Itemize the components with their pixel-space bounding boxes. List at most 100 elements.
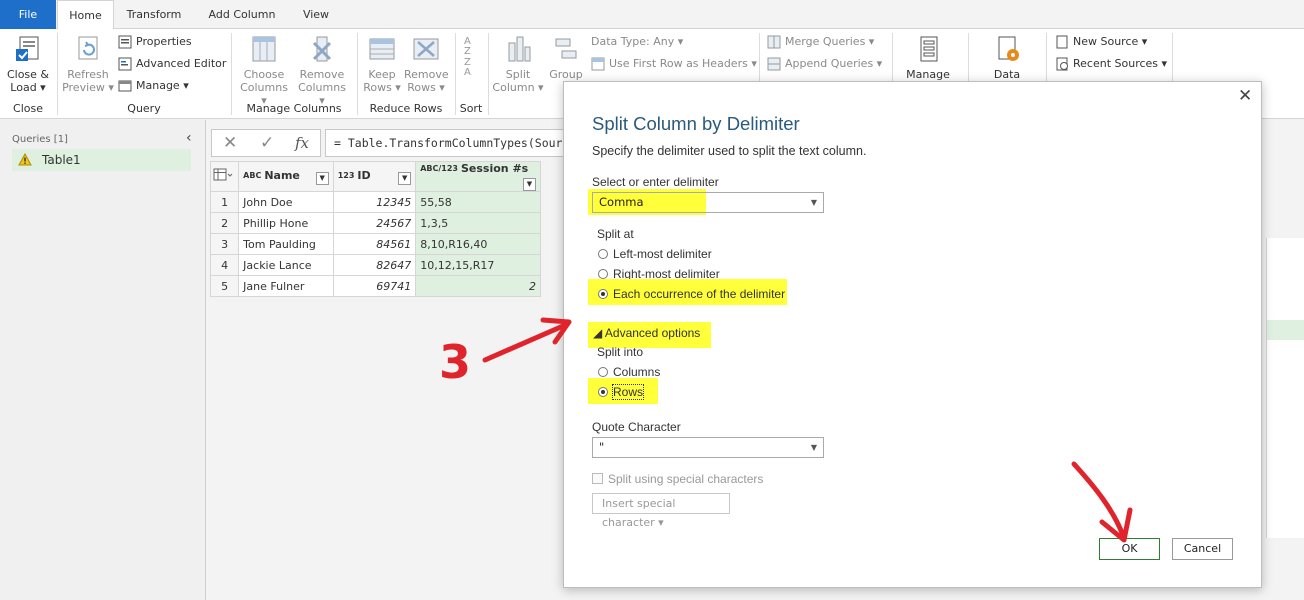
split-into-label: Split into [597, 345, 644, 359]
cell-id[interactable]: 24567 [332, 212, 417, 234]
cancel-formula-icon[interactable]: ✕ [223, 133, 237, 153]
tab-file[interactable]: File [0, 0, 56, 29]
choose-columns-label-1: Choose [243, 68, 285, 81]
keep-rows-button[interactable]: Keep Rows ▾ [362, 33, 402, 94]
cell-session[interactable]: 10,12,15,R17 [415, 254, 541, 276]
row-number[interactable]: 3 [209, 233, 240, 255]
merge-queries-button[interactable]: Merge Queries ▾ [767, 33, 874, 51]
commit-formula-icon[interactable]: ✓ [260, 133, 274, 153]
number-type-icon[interactable]: 123 [338, 171, 355, 180]
properties-button[interactable]: Properties [118, 33, 192, 51]
query-item-table1[interactable]: Table1 [12, 149, 191, 171]
advanced-options-toggle[interactable]: ◢ Advanced options [593, 326, 700, 340]
row-number[interactable]: 2 [209, 212, 240, 234]
close-icon[interactable]: ✕ [1238, 86, 1252, 106]
cell-session[interactable]: 55,58 [415, 191, 541, 213]
tab-view[interactable]: View [293, 0, 339, 29]
manage-button[interactable]: Manage ▾ [118, 77, 189, 95]
radio-left-most[interactable]: Left-most delimiter [598, 247, 712, 261]
table-row[interactable]: 1 John Doe 12345 55,58 [209, 191, 541, 213]
filter-dropdown-icon[interactable]: ▼ [315, 171, 329, 185]
table-row[interactable]: 4 Jackie Lance 82647 10,12,15,R17 [209, 254, 541, 276]
insert-special-character-button[interactable]: Insert special character ▾ [592, 493, 730, 529]
close-load-icon [16, 36, 39, 61]
manage-parameters-button[interactable]: Manage [902, 33, 954, 81]
radio-rows[interactable]: Rows [598, 384, 645, 400]
column-header-name[interactable]: ABC Name ▼ [238, 161, 334, 192]
group-label-sort: Sort [459, 102, 483, 115]
cell-id[interactable]: 12345 [332, 191, 417, 213]
cell-id[interactable]: 69741 [332, 275, 417, 297]
sort-ascending-button[interactable]: A Z Z A [461, 33, 481, 80]
filter-dropdown-icon[interactable]: ▼ [523, 178, 536, 191]
cell-session[interactable]: 2 [415, 275, 541, 297]
radio-circle [598, 249, 608, 259]
tab-add-column[interactable]: Add Column [200, 0, 284, 29]
queries-pane: Queries [1] ‹ Table1 [0, 120, 206, 600]
radio-columns[interactable]: Columns [598, 365, 660, 379]
special-chars-checkbox[interactable]: Split using special characters [592, 472, 763, 486]
cell-session[interactable]: 8,10,R16,40 [415, 233, 541, 255]
new-source-button[interactable]: New Source ▾ [1055, 33, 1147, 51]
collapse-pane-icon[interactable]: ‹ [186, 130, 192, 146]
merge-queries-icon [767, 35, 781, 49]
remove-rows-button[interactable]: Remove Rows ▾ [404, 33, 449, 94]
append-queries-button[interactable]: Append Queries ▾ [767, 55, 882, 73]
radio-each-occurrence[interactable]: Each occurrence of the delimiter [598, 287, 785, 301]
table-row[interactable]: 5 Jane Fulner 69741 2 [209, 275, 541, 297]
cancel-button[interactable]: Cancel [1172, 538, 1233, 560]
refresh-label-1: Refresh [67, 68, 109, 81]
chevron-down-icon: ▼ [810, 443, 817, 452]
tab-transform[interactable]: Transform [118, 0, 190, 29]
grid-corner-menu[interactable] [209, 161, 240, 192]
row-number[interactable]: 5 [209, 275, 240, 297]
delimiter-select[interactable]: Comma ▼ [592, 192, 824, 213]
formula-input[interactable]: = Table.TransformColumnTypes(Source [325, 129, 575, 157]
any-type-icon[interactable]: ABC/123 [420, 165, 458, 173]
radio-rows-label: Rows [611, 384, 645, 400]
query-settings-pane-edge [1262, 120, 1304, 600]
column-header-id[interactable]: 123 ID ▼ [332, 161, 417, 192]
refresh-icon [78, 36, 98, 60]
queries-pane-title: Queries [1] [12, 134, 68, 145]
cell-name[interactable]: Tom Paulding [238, 233, 334, 255]
choose-columns-button[interactable]: Choose Columns ▾ [236, 33, 292, 107]
cell-id[interactable]: 84561 [332, 233, 417, 255]
radio-circle-selected [598, 289, 608, 299]
choose-columns-icon [252, 36, 276, 62]
cell-name[interactable]: Jackie Lance [238, 254, 334, 276]
split-column-button[interactable]: Split Column ▾ [492, 33, 544, 94]
row-number[interactable]: 1 [209, 191, 240, 213]
quote-character-select[interactable]: " ▼ [592, 437, 824, 458]
append-queries-icon [767, 57, 781, 71]
cell-name[interactable]: Jane Fulner [238, 275, 334, 297]
recent-sources-button[interactable]: Recent Sources ▾ [1055, 55, 1167, 73]
refresh-preview-button[interactable]: Refresh Preview ▾ [62, 33, 114, 94]
text-type-icon[interactable]: ABC [243, 171, 261, 180]
cell-id[interactable]: 82647 [332, 254, 417, 276]
use-first-row-button[interactable]: Use First Row as Headers ▾ [591, 55, 757, 73]
filter-dropdown-icon[interactable]: ▼ [398, 171, 412, 185]
advanced-editor-button[interactable]: Advanced Editor [118, 55, 226, 73]
fx-icon[interactable]: fx [295, 134, 309, 152]
special-chars-label: Split using special characters [608, 472, 764, 486]
group-by-button[interactable]: Group [546, 33, 586, 81]
column-header-session[interactable]: ABC/123 Session #s ▼ [415, 161, 541, 192]
svg-text:Z: Z [464, 46, 471, 57]
cell-name[interactable]: Phillip Hone [238, 212, 334, 234]
cell-name[interactable]: John Doe [238, 191, 334, 213]
recent-sources-icon [1056, 57, 1068, 71]
delimiter-label: Select or enter delimiter [592, 175, 719, 189]
properties-label: Properties [136, 35, 192, 48]
table-row[interactable]: 3 Tom Paulding 84561 8,10,R16,40 [209, 233, 541, 255]
tab-home[interactable]: Home [57, 0, 114, 30]
table-row[interactable]: 2 Phillip Hone 24567 1,3,5 [209, 212, 541, 234]
cell-session[interactable]: 1,3,5 [415, 212, 541, 234]
remove-columns-button[interactable]: Remove Columns ▾ [294, 33, 350, 107]
close-load-button[interactable]: Close & Load ▾ [4, 33, 52, 94]
delimiter-value: Comma [599, 195, 644, 209]
row-number[interactable]: 4 [209, 254, 240, 276]
data-type-dropdown[interactable]: Data Type: Any ▾ [591, 33, 683, 51]
manage-parameters-icon [920, 36, 938, 62]
group-label-manage-columns: Manage Columns [246, 102, 342, 115]
